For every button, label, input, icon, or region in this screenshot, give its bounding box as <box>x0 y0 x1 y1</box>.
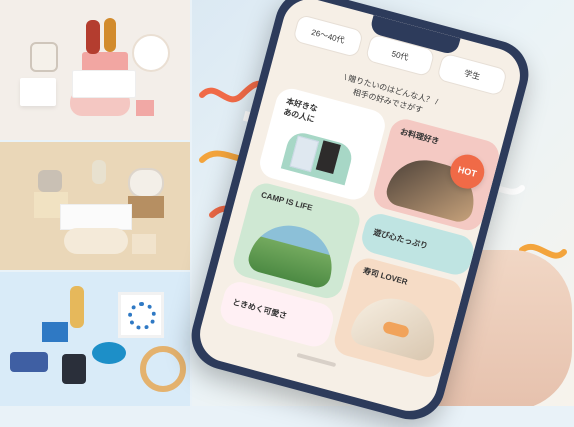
card-title-camp: CAMP IS LIFE <box>260 190 314 213</box>
camp-photo <box>245 216 341 291</box>
card-title-playful: 遊び心たっぷり <box>372 227 429 251</box>
blue-box <box>42 322 68 342</box>
candle <box>38 170 62 192</box>
wallet <box>62 354 86 384</box>
envelope-stack <box>60 204 132 230</box>
card-title-cute: ときめく可愛さ <box>231 297 288 321</box>
teapot <box>128 168 164 198</box>
bottle-amber <box>104 18 116 52</box>
small-pink-cube <box>136 100 154 116</box>
card-sushi[interactable]: 寿司 LOVER <box>331 254 466 381</box>
tab-26-40[interactable]: 26〜40代 <box>292 13 364 59</box>
cream-cube <box>132 234 156 254</box>
product-photo-3 <box>0 272 190 406</box>
plate <box>132 34 170 72</box>
scroll-indicator <box>296 352 337 368</box>
tab-students[interactable]: 学生 <box>436 52 509 97</box>
lunch-box <box>10 352 48 372</box>
bottle-red <box>86 20 100 54</box>
card-title-book-lovers: 本好きな あの人に <box>282 96 319 125</box>
product-photo-2 <box>0 142 190 270</box>
white-cube <box>20 78 56 106</box>
card-title-sushi: 寿司 LOVER <box>361 266 409 287</box>
bottle-juice <box>70 286 84 328</box>
product-photo-1 <box>0 0 190 140</box>
food-ring <box>140 346 186 392</box>
envelope <box>72 70 136 98</box>
wood-block <box>128 196 164 218</box>
plate-blue <box>92 342 126 364</box>
mug <box>30 42 58 72</box>
bottle-small <box>92 160 106 184</box>
blue-frame-pattern <box>128 302 156 330</box>
round-pedestal <box>64 228 128 254</box>
card-title-cooking: お料理好き <box>399 127 441 147</box>
